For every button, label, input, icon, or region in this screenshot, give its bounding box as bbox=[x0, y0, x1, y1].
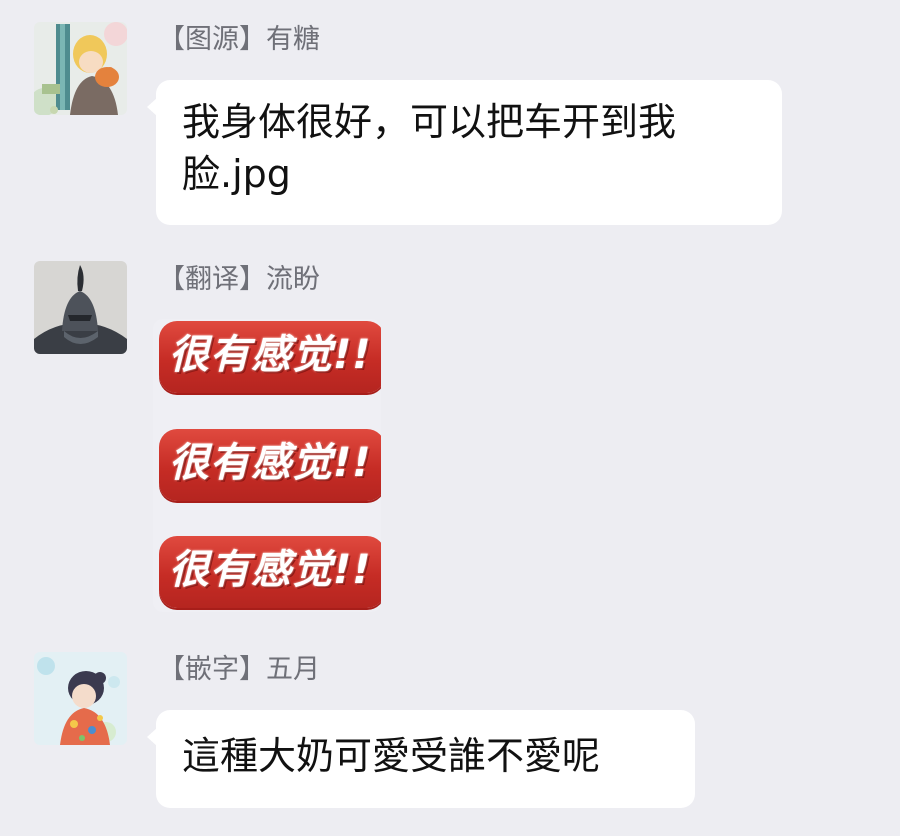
avatar[interactable] bbox=[34, 22, 127, 115]
sender-name: 【图源】有糖 bbox=[158, 24, 320, 55]
avatar-anime-girl-icon bbox=[34, 652, 127, 745]
avatar-anime-boy-icon bbox=[34, 22, 127, 115]
message-3: 【嵌字】五月 這種大奶可愛受誰不愛呢 bbox=[0, 630, 900, 836]
message-1: 【图源】有糖 我身体很好，可以把车开到我 脸.jpg bbox=[0, 0, 900, 240]
avatar[interactable] bbox=[34, 652, 127, 745]
sticker-pill: 很有感觉!! bbox=[159, 429, 381, 501]
message-text-line: 脸.jpg bbox=[182, 152, 291, 196]
message-2: 【翻译】流盼 很有感觉!! 很有感觉!! 很有感觉!! bbox=[0, 240, 900, 630]
sender-name: 【翻译】流盼 bbox=[158, 264, 320, 295]
sticker-text: 很有感觉!! bbox=[169, 547, 372, 593]
message-text-line: 我身体很好，可以把车开到我 bbox=[182, 100, 677, 144]
avatar[interactable] bbox=[34, 261, 127, 354]
sticker-text: 很有感觉!! bbox=[169, 332, 372, 378]
sticker-image[interactable]: 很有感觉!! 很有感觉!! 很有感觉!! bbox=[153, 319, 381, 612]
sender-name: 【嵌字】五月 bbox=[158, 654, 320, 685]
sticker-pill: 很有感觉!! bbox=[159, 321, 381, 393]
sticker-pill: 很有感觉!! bbox=[159, 536, 381, 608]
message-text: 這種大奶可愛受誰不愛呢 bbox=[182, 734, 601, 778]
message-bubble[interactable]: 這種大奶可愛受誰不愛呢 bbox=[147, 710, 695, 808]
sticker-text: 很有感觉!! bbox=[169, 440, 372, 486]
chat-area: 【图源】有糖 我身体很好，可以把车开到我 脸.jpg 【翻译】流盼 很有感觉!!… bbox=[0, 0, 900, 836]
avatar-dark-knight-icon bbox=[34, 261, 127, 354]
message-bubble[interactable]: 我身体很好，可以把车开到我 脸.jpg bbox=[147, 80, 782, 225]
